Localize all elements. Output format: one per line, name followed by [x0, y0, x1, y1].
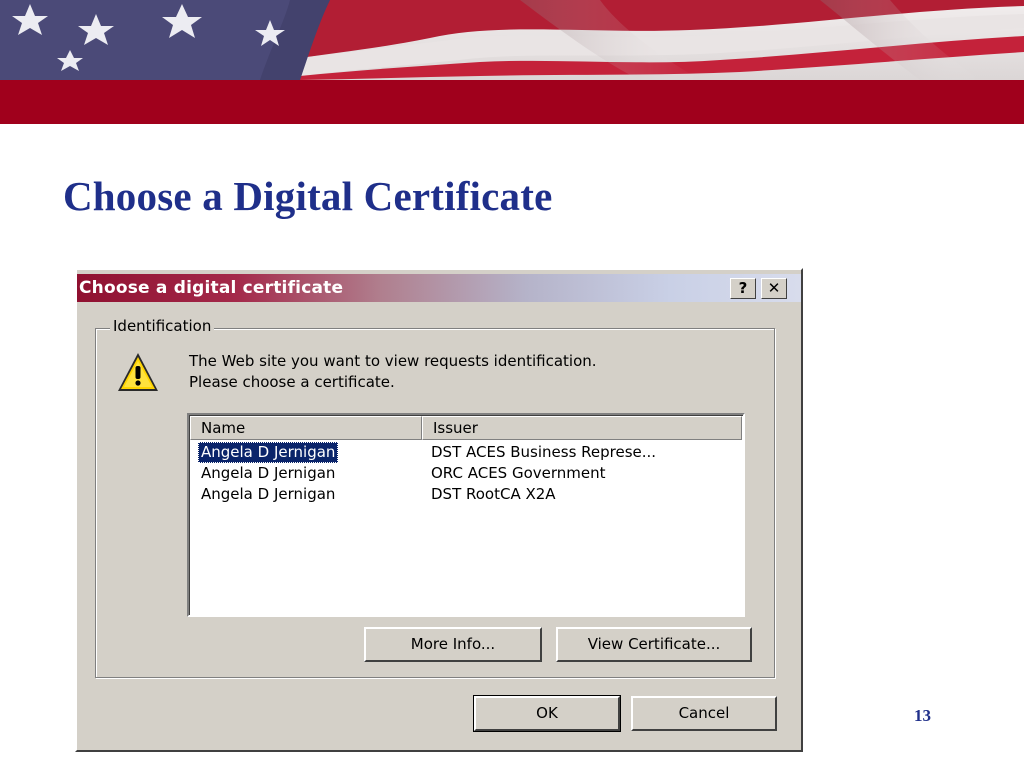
slide-title: Choose a Digital Certificate: [63, 173, 553, 219]
dialog-titlebar[interactable]: Choose a digital certificate ? ✕: [77, 274, 801, 302]
close-button[interactable]: ✕: [761, 278, 787, 299]
group-label: Identification: [110, 317, 215, 335]
cert-name: Angela D Jernigan: [198, 442, 339, 463]
dialog-title: Choose a digital certificate: [79, 278, 344, 298]
prompt-text: The Web site you want to view requests i…: [189, 352, 597, 391]
certificate-row[interactable]: Angela D Jernigan ORC ACES Government: [190, 463, 742, 484]
certificate-row[interactable]: Angela D Jernigan DST RootCA X2A: [190, 484, 742, 505]
certificate-list[interactable]: Name Issuer Angela D Jernigan DST ACES B…: [187, 413, 745, 617]
more-info-button[interactable]: More Info...: [364, 627, 542, 662]
cert-issuer: DST ACES Business Represe...: [431, 443, 657, 461]
warning-icon: [118, 353, 158, 391]
column-header-issuer[interactable]: Issuer: [422, 416, 742, 440]
cancel-button[interactable]: Cancel: [631, 696, 777, 731]
certificate-row[interactable]: Angela D Jernigan DST ACES Business Repr…: [190, 442, 742, 463]
view-certificate-button[interactable]: View Certificate...: [556, 627, 752, 662]
column-header-name[interactable]: Name: [190, 416, 422, 440]
cert-name: Angela D Jernigan: [201, 464, 336, 482]
help-button[interactable]: ?: [730, 278, 756, 299]
cert-name: Angela D Jernigan: [201, 485, 336, 503]
choose-certificate-dialog: Choose a digital certificate ? ✕ Identif…: [75, 268, 803, 752]
identification-group: Identification The Web site you want to …: [95, 317, 775, 678]
flag-banner: [0, 0, 1024, 124]
list-rows: Angela D Jernigan DST ACES Business Repr…: [190, 442, 742, 505]
ok-button[interactable]: OK: [473, 695, 621, 732]
cert-issuer: DST RootCA X2A: [431, 485, 556, 503]
page-number: 13: [914, 706, 931, 725]
list-header: Name Issuer: [190, 416, 742, 440]
cert-issuer: ORC ACES Government: [431, 464, 606, 482]
